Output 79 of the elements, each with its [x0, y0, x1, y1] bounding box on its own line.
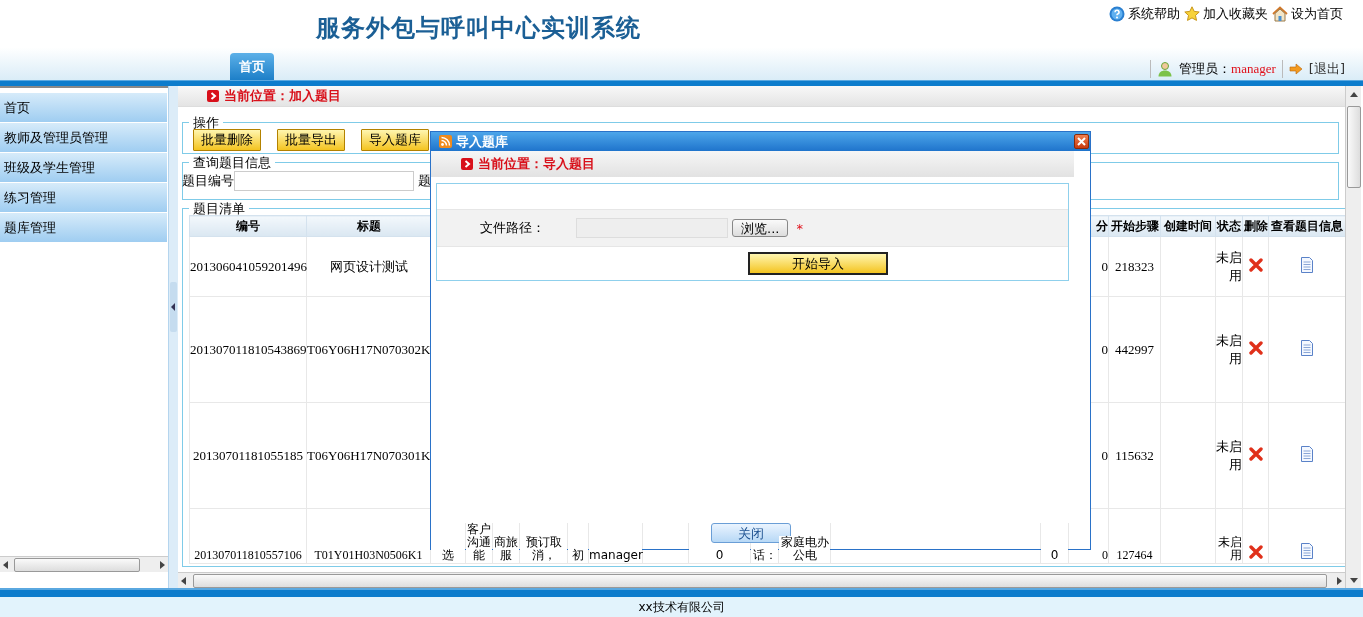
sidebar-item[interactable]: 练习管理 — [0, 183, 167, 212]
column-header: 状态 — [1215, 215, 1243, 237]
dialog-title: 导入题库 — [456, 132, 508, 151]
table-cell: 218323 — [1108, 236, 1161, 297]
table-cell: 0 — [1041, 549, 1068, 562]
column-header: 标题 — [306, 215, 431, 237]
breadcrumb: 当前位置：加入题目 — [224, 87, 341, 105]
sidebar-item[interactable]: 首页 — [0, 93, 167, 122]
column-header: 编号 — [189, 215, 307, 237]
column-header: 开始步骤 — [1108, 215, 1161, 237]
user-label: 管理员：manager — [1179, 60, 1276, 78]
document-icon[interactable] — [1301, 543, 1313, 559]
sidebar-item[interactable]: 题库管理 — [0, 213, 167, 242]
input-field[interactable] — [234, 171, 414, 191]
rss-icon — [439, 135, 452, 148]
document-icon[interactable] — [1301, 339, 1313, 356]
table-cell: 选 — [431, 549, 465, 562]
close-icon[interactable] — [1074, 134, 1089, 149]
header-link[interactable]: 设为首页 — [1272, 5, 1343, 23]
header-link[interactable]: 加入收藏夹 — [1184, 5, 1268, 23]
table-cell: 未启用 — [1215, 296, 1243, 403]
table-cell: 201307011810543869 — [189, 296, 307, 403]
footer-text: xx技术有限公司 — [638, 598, 725, 616]
column-header: 删除 — [1242, 215, 1269, 237]
table-cell: 0 — [689, 549, 750, 562]
breadcrumb: 当前位置：导入题目 — [478, 155, 595, 173]
bullet-arrow-icon — [461, 158, 473, 170]
delete-icon[interactable] — [1248, 545, 1263, 559]
start-import-button[interactable]: 开始导入 — [747, 252, 888, 275]
table-cell: 话： — [751, 549, 778, 562]
table-cell: 201306041059201496 — [189, 236, 307, 297]
horizontal-scrollbar[interactable] — [178, 572, 1345, 588]
table-cell: 客户沟通能 — [466, 523, 492, 562]
user-icon — [1157, 61, 1174, 77]
column-header: 创建时间 — [1160, 215, 1216, 237]
table-cell: 未启用 — [1215, 402, 1243, 509]
sidebar-item[interactable]: 教师及管理员管理 — [0, 123, 167, 152]
bullet-arrow-icon — [207, 90, 219, 102]
delete-icon[interactable] — [1248, 340, 1263, 355]
help-icon — [1109, 6, 1125, 22]
action-button[interactable]: 批量导出 — [277, 129, 345, 151]
field-label: 文件路径： — [479, 219, 545, 237]
section-title: 操作 — [192, 116, 220, 129]
header-link[interactable]: 系统帮助 — [1109, 5, 1180, 23]
required-mark: * — [796, 220, 803, 236]
table-cell: 201307011810557106 — [189, 508, 307, 564]
field-label: 题目编号 — [182, 172, 234, 190]
document-icon[interactable] — [1301, 256, 1313, 273]
table-cell: 初 — [568, 549, 588, 562]
action-button[interactable]: 批量删除 — [193, 129, 261, 151]
section-title: 查询题目信息 — [192, 156, 272, 169]
scroll-thumb[interactable] — [1346, 106, 1361, 188]
section-title: 题目清单 — [192, 202, 246, 215]
field-label: 题 — [418, 172, 431, 190]
table-cell: 127464 — [1108, 508, 1161, 564]
table-cell: 未启用 — [1215, 236, 1243, 297]
table-cell: 预订取消， — [520, 536, 567, 562]
logout-link[interactable]: [退出] — [1308, 60, 1345, 78]
app-title: 服务外包与呼叫中心实训系统 — [316, 13, 641, 44]
vertical-scrollbar[interactable] — [1345, 86, 1361, 588]
table-cell: manager — [589, 549, 642, 562]
arrow-right-icon — [1288, 63, 1303, 75]
horizontal-scrollbar[interactable] — [0, 556, 168, 572]
table-cell: 442997 — [1108, 296, 1161, 403]
sidebar-item[interactable]: 班级及学生管理 — [0, 153, 167, 182]
browse-button[interactable]: 浏览... — [732, 219, 789, 237]
document-icon[interactable] — [1301, 445, 1313, 462]
table-cell: 家庭电办公电 — [779, 536, 830, 562]
collapse-handle[interactable] — [170, 282, 177, 332]
table-cell: 20130701181055185 — [189, 402, 307, 509]
table-cell: 未启用 — [1215, 508, 1243, 564]
house-icon — [1272, 6, 1288, 22]
table-cell: 商旅服 — [493, 536, 519, 562]
star-icon — [1184, 6, 1200, 22]
table-cell: 115632 — [1108, 402, 1161, 509]
delete-icon[interactable] — [1248, 257, 1263, 272]
action-button[interactable]: 导入题库 — [361, 129, 429, 151]
delete-icon[interactable] — [1248, 446, 1263, 461]
column-header: 查看题目信息 — [1268, 215, 1345, 237]
